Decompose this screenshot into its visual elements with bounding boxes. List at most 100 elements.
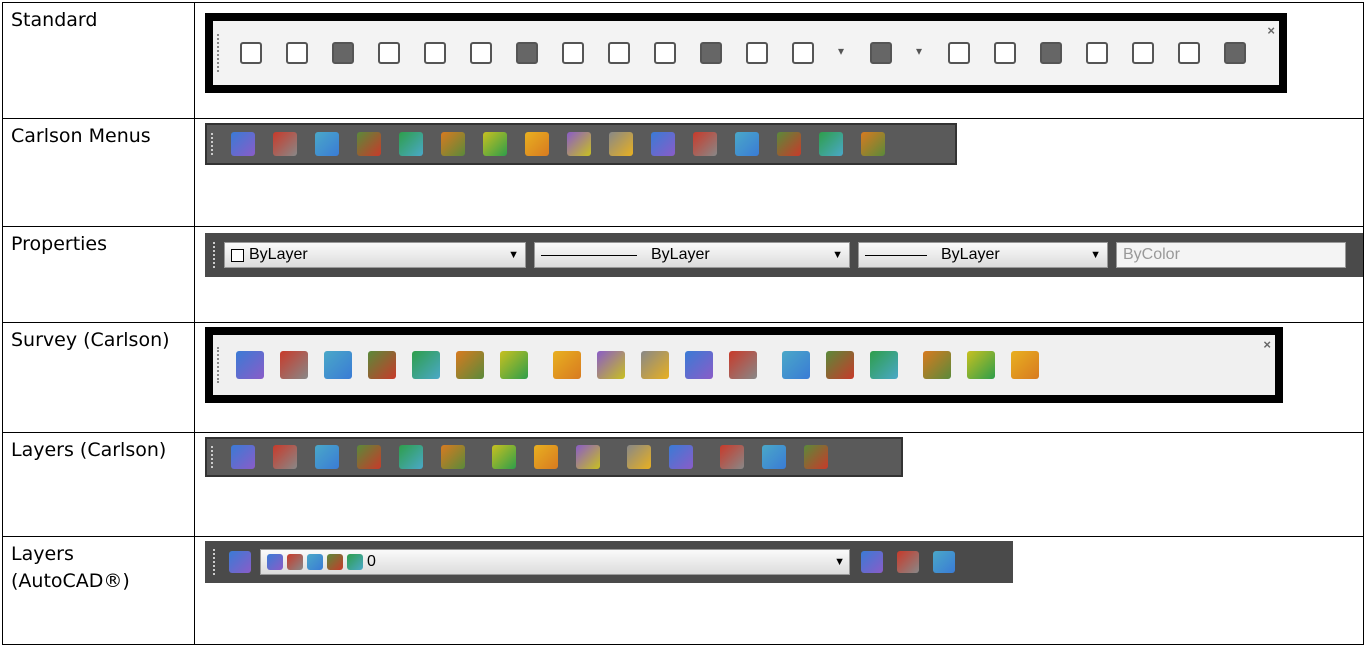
tools-menu-icon[interactable]: [693, 132, 717, 156]
layer-raise-icon[interactable]: [534, 445, 558, 469]
sheet-set-icon[interactable]: [1086, 42, 1108, 64]
hydrology-menu-icon[interactable]: [315, 132, 339, 156]
dwg-file-icon[interactable]: [597, 351, 625, 379]
text-icon[interactable]: [553, 351, 581, 379]
paste-icon[interactable]: [654, 42, 676, 64]
3d-dwf-icon[interactable]: [516, 42, 538, 64]
cut-icon[interactable]: [562, 42, 584, 64]
block-editor-icon[interactable]: [746, 42, 768, 64]
profile-icon[interactable]: [368, 351, 396, 379]
survey-menu-icon[interactable]: [231, 132, 255, 156]
layer-walk-icon[interactable]: [720, 445, 744, 469]
road-menu-icon[interactable]: [273, 132, 297, 156]
quickcalc-icon[interactable]: [1178, 42, 1200, 64]
layer-unlock-icon[interactable]: [669, 445, 693, 469]
plot-preview-icon[interactable]: [424, 42, 446, 64]
gis-menu-icon[interactable]: [357, 132, 381, 156]
toolbar-grip[interactable]: [211, 446, 216, 468]
layer-isolate-icon[interactable]: [315, 445, 339, 469]
sun-icon[interactable]: [287, 554, 303, 570]
layer-manager-icon[interactable]: [229, 551, 251, 573]
surface-mine-icon[interactable]: [819, 132, 843, 156]
geotech-menu-icon[interactable]: [735, 132, 759, 156]
save-icon[interactable]: [332, 42, 354, 64]
user-icon[interactable]: [500, 351, 528, 379]
toolbar-grip[interactable]: [213, 241, 218, 269]
viewport-freeze-icon[interactable]: [307, 554, 323, 570]
qnew-icon[interactable]: [240, 42, 262, 64]
toolbar-grip[interactable]: [217, 33, 222, 73]
underground-menu-icon[interactable]: [777, 132, 801, 156]
checkers-icon[interactable]: [456, 351, 484, 379]
copy-icon[interactable]: [608, 42, 630, 64]
toolbar-grip[interactable]: [213, 549, 218, 575]
report-r-icon[interactable]: [1011, 351, 1039, 379]
color-swatch-icon[interactable]: [347, 554, 363, 570]
open-icon[interactable]: [286, 42, 308, 64]
row-label-layers-autocad: Layers (AutoCAD®): [2, 536, 195, 645]
utility-menu-icon[interactable]: [651, 132, 675, 156]
unlock-icon[interactable]: [327, 554, 343, 570]
takeoff-menu-icon[interactable]: [525, 132, 549, 156]
field-book-icon[interactable]: [280, 351, 308, 379]
color-dropdown[interactable]: ByLayer ▼: [224, 242, 526, 268]
layer-states-icon[interactable]: [933, 551, 955, 573]
traverse-icon[interactable]: [324, 351, 352, 379]
point-list-icon[interactable]: [412, 351, 440, 379]
layer-lock-icon[interactable]: [627, 445, 651, 469]
copy-layer-icon[interactable]: [729, 351, 757, 379]
undo-dropdown-icon[interactable]: ▾: [838, 44, 846, 62]
layer-off-icon[interactable]: [399, 445, 423, 469]
mining-menu-icon[interactable]: [399, 132, 423, 156]
report-d-icon[interactable]: [967, 351, 995, 379]
point-menu-icon[interactable]: [441, 132, 465, 156]
help-icon[interactable]: [1224, 42, 1246, 64]
layers-autocad-cell: 0 ▼: [194, 536, 1364, 645]
undo-icon[interactable]: [792, 42, 814, 64]
match-properties-icon[interactable]: [700, 42, 722, 64]
report-e-icon[interactable]: [923, 351, 951, 379]
row-label-carlson-menus: Carlson Menus: [2, 118, 195, 227]
line-icon[interactable]: [782, 351, 810, 379]
tool-palettes-icon[interactable]: [1040, 42, 1062, 64]
layer-previous-icon[interactable]: [897, 551, 919, 573]
layer-restore-icon[interactable]: [762, 445, 786, 469]
cogo-menu-icon[interactable]: [483, 132, 507, 156]
layers-carlson-cell: [194, 432, 1364, 537]
layer-match-icon[interactable]: [804, 445, 828, 469]
close-icon[interactable]: ×: [1263, 337, 1271, 352]
surface-icon[interactable]: [236, 351, 264, 379]
traverse-rule-icon[interactable]: [826, 351, 854, 379]
row-label-standard: Standard: [2, 2, 195, 119]
design-center-icon[interactable]: [994, 42, 1016, 64]
layer-list-icon[interactable]: [273, 445, 297, 469]
plot-icon[interactable]: [378, 42, 400, 64]
bulb-icon[interactable]: [267, 554, 283, 570]
balance-icon[interactable]: [685, 351, 713, 379]
redo-icon[interactable]: [870, 42, 892, 64]
toolbar-grip[interactable]: [211, 132, 216, 156]
plotstyle-dropdown[interactable]: ByColor: [1116, 242, 1346, 268]
field-menu-icon[interactable]: [567, 132, 591, 156]
close-icon[interactable]: ×: [1267, 23, 1275, 38]
layer-on-icon[interactable]: [441, 445, 465, 469]
linetype-dropdown[interactable]: ByLayer ▼: [534, 242, 850, 268]
sideshot-icon[interactable]: [870, 351, 898, 379]
layer-add-icon[interactable]: [576, 445, 600, 469]
settings-menu-icon[interactable]: [861, 132, 885, 156]
terrain-menu-icon[interactable]: [609, 132, 633, 156]
layer-color-icon[interactable]: [492, 445, 516, 469]
survey-toolbar: ×: [205, 327, 1283, 403]
layer-name: 0: [367, 553, 376, 570]
make-current-icon[interactable]: [861, 551, 883, 573]
redo-dropdown-icon[interactable]: ▾: [916, 44, 924, 62]
toolbar-grip[interactable]: [217, 347, 222, 383]
lineweight-dropdown[interactable]: ByLayer ▼: [858, 242, 1108, 268]
layer-dropdown[interactable]: 0 ▼: [260, 549, 850, 575]
map-icon[interactable]: [641, 351, 669, 379]
markup-icon[interactable]: [1132, 42, 1154, 64]
layer-set-icon[interactable]: [231, 445, 255, 469]
properties-icon[interactable]: [948, 42, 970, 64]
layer-freeze-icon[interactable]: [357, 445, 381, 469]
publish-icon[interactable]: [470, 42, 492, 64]
